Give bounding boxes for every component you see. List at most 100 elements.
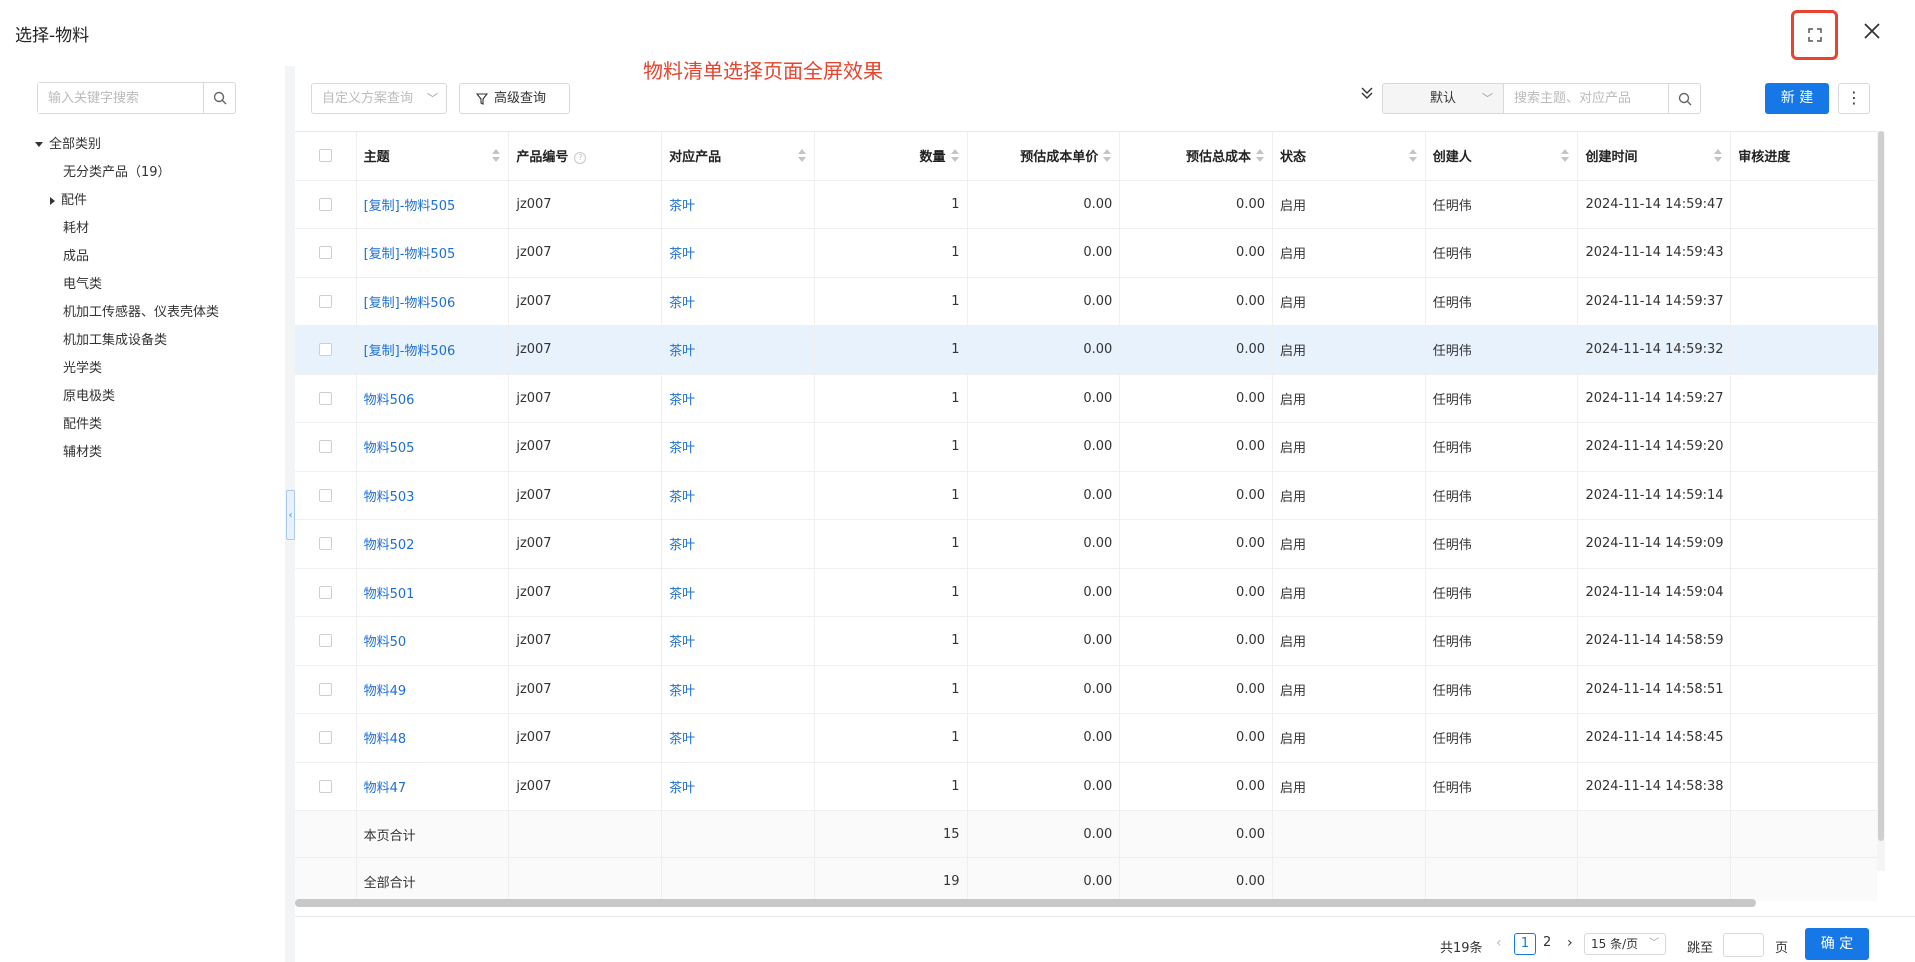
next-page-button[interactable]: › bbox=[1567, 935, 1573, 951]
table-row[interactable]: 物料502 jz007 茶叶 1 0.00 0.00 启用 任明伟 2024-11-14 14:… bbox=[295, 519, 1877, 569]
tree-item[interactable]: 耗材 bbox=[35, 215, 219, 243]
plan-select[interactable]: 自定义方案查询 ﹀ bbox=[311, 83, 447, 114]
tree-item[interactable]: 成品 bbox=[35, 243, 219, 271]
row-checkbox[interactable] bbox=[318, 440, 332, 454]
row-checkbox[interactable] bbox=[318, 585, 332, 599]
sort-icon[interactable] bbox=[492, 149, 501, 163]
tree-item[interactable]: 电气类 bbox=[35, 271, 219, 299]
product-link[interactable]: 茶叶 bbox=[661, 616, 815, 666]
close-button[interactable] bbox=[1860, 20, 1884, 44]
collapse-toolbar-button[interactable] bbox=[1360, 86, 1374, 104]
subject-link[interactable]: 物料503 bbox=[356, 471, 510, 520]
tree-item[interactable]: 光学类 bbox=[35, 355, 219, 383]
column-header-status[interactable]: 状态 bbox=[1272, 132, 1426, 181]
sort-icon[interactable] bbox=[797, 149, 806, 163]
table-row[interactable]: 物料50 jz007 茶叶 1 0.00 0.00 启用 任明伟 2024-11-14 14:5… bbox=[295, 616, 1877, 666]
tree-search-button[interactable] bbox=[203, 83, 235, 113]
product-link[interactable]: 茶叶 bbox=[661, 762, 815, 811]
horizontal-scrollbar[interactable] bbox=[295, 899, 1756, 907]
tree-item[interactable]: 机加工传感器、仪表壳体类 bbox=[35, 299, 219, 327]
subject-link[interactable]: [复制]-物料505 bbox=[356, 228, 510, 278]
product-link[interactable]: 茶叶 bbox=[661, 180, 815, 229]
sort-icon[interactable] bbox=[1256, 149, 1264, 163]
sort-icon[interactable] bbox=[1103, 149, 1112, 163]
vertical-scrollbar-thumb[interactable] bbox=[1878, 131, 1884, 841]
fullscreen-button[interactable] bbox=[1791, 10, 1838, 60]
sort-icon[interactable] bbox=[1714, 149, 1723, 163]
subject-link[interactable]: 物料502 bbox=[356, 519, 510, 569]
tree-item[interactable]: 原电极类 bbox=[35, 383, 219, 411]
table-row[interactable]: [复制]-物料506 jz007 茶叶 1 0.00 0.00 启用 任明伟 2024-11-1… bbox=[295, 325, 1877, 375]
product-link[interactable]: 茶叶 bbox=[661, 422, 815, 472]
new-button[interactable]: 新 建 bbox=[1765, 83, 1829, 114]
subject-link[interactable]: 物料49 bbox=[356, 665, 510, 714]
page-size-select[interactable]: 15 条/页 ﹀ bbox=[1584, 933, 1666, 955]
row-checkbox[interactable] bbox=[318, 682, 332, 696]
subject-link[interactable]: [复制]-物料506 bbox=[356, 277, 510, 326]
view-select[interactable]: 默认 ﹀ bbox=[1382, 83, 1503, 114]
table-search-input[interactable] bbox=[1504, 84, 1668, 113]
select-all-checkbox[interactable] bbox=[318, 149, 332, 163]
product-link[interactable]: 茶叶 bbox=[661, 277, 815, 326]
subject-link[interactable]: 物料48 bbox=[356, 713, 510, 763]
subject-link[interactable]: 物料506 bbox=[356, 374, 510, 423]
table-row[interactable]: 物料501 jz007 茶叶 1 0.00 0.00 启用 任明伟 2024-11-14 14:… bbox=[295, 568, 1877, 617]
sort-icon[interactable] bbox=[1561, 149, 1570, 163]
more-button[interactable]: ⋮ bbox=[1838, 83, 1870, 114]
table-row[interactable]: 物料505 jz007 茶叶 1 0.00 0.00 启用 任明伟 2024-11-14 14:… bbox=[295, 422, 1877, 472]
row-checkbox[interactable] bbox=[318, 294, 332, 308]
tree-item[interactable]: 配件 bbox=[35, 187, 219, 215]
column-header-product[interactable]: 对应产品 bbox=[661, 132, 815, 181]
tree-item[interactable]: 机加工集成设备类 bbox=[35, 327, 219, 355]
vertical-scrollbar[interactable] bbox=[1877, 131, 1885, 871]
help-icon[interactable]: ? bbox=[574, 151, 587, 164]
tree-item[interactable]: 全部类别 bbox=[35, 131, 219, 159]
row-checkbox[interactable] bbox=[318, 537, 332, 551]
column-header-creator[interactable]: 创建人 bbox=[1425, 132, 1579, 181]
caret-right-icon[interactable] bbox=[50, 196, 55, 205]
column-header-subject[interactable]: 主题 bbox=[356, 132, 510, 181]
product-link[interactable]: 茶叶 bbox=[661, 325, 815, 375]
row-checkbox[interactable] bbox=[318, 779, 332, 793]
table-row[interactable]: 物料506 jz007 茶叶 1 0.00 0.00 启用 任明伟 2024-11-14 14:… bbox=[295, 374, 1877, 423]
product-link[interactable]: 茶叶 bbox=[661, 713, 815, 763]
product-link[interactable]: 茶叶 bbox=[661, 471, 815, 520]
subject-link[interactable]: 物料47 bbox=[356, 762, 510, 811]
jump-page-input[interactable] bbox=[1723, 933, 1764, 957]
tree-item[interactable]: 无分类产品（19） bbox=[35, 159, 219, 187]
page-1-button[interactable]: 1 bbox=[1514, 933, 1536, 955]
advanced-search-button[interactable]: 高级查询 bbox=[459, 83, 570, 114]
prev-page-button[interactable]: ‹ bbox=[1496, 935, 1502, 951]
sort-icon[interactable] bbox=[950, 149, 959, 163]
subject-link[interactable]: 物料501 bbox=[356, 568, 510, 617]
product-link[interactable]: 茶叶 bbox=[661, 374, 815, 423]
column-header-qty[interactable]: 数量 bbox=[814, 132, 968, 181]
table-row[interactable]: 物料48 jz007 茶叶 1 0.00 0.00 启用 任明伟 2024-11-14 14:5… bbox=[295, 713, 1877, 763]
page-2-button[interactable]: 2 bbox=[1543, 935, 1551, 950]
table-search-button[interactable] bbox=[1668, 84, 1700, 113]
column-header-total-cost[interactable]: 预估总成本 bbox=[1119, 132, 1273, 181]
tree-item[interactable]: 辅材类 bbox=[35, 439, 219, 467]
table-row[interactable]: [复制]-物料505 jz007 茶叶 1 0.00 0.00 启用 任明伟 2024-11-1… bbox=[295, 228, 1877, 278]
row-checkbox[interactable] bbox=[318, 391, 332, 405]
sort-icon[interactable] bbox=[1408, 149, 1417, 163]
row-checkbox[interactable] bbox=[318, 634, 332, 648]
row-checkbox[interactable] bbox=[318, 246, 332, 260]
product-link[interactable]: 茶叶 bbox=[661, 568, 815, 617]
table-row[interactable]: [复制]-物料506 jz007 茶叶 1 0.00 0.00 启用 任明伟 2024-11-1… bbox=[295, 277, 1877, 326]
row-checkbox[interactable] bbox=[318, 488, 332, 502]
row-checkbox[interactable] bbox=[318, 197, 332, 211]
row-checkbox[interactable] bbox=[318, 731, 332, 745]
table-row[interactable]: [复制]-物料505 jz007 茶叶 1 0.00 0.00 启用 任明伟 2024-11-1… bbox=[295, 180, 1877, 229]
caret-down-icon[interactable] bbox=[35, 142, 43, 147]
product-link[interactable]: 茶叶 bbox=[661, 519, 815, 569]
collapse-panel-button[interactable]: ‹ bbox=[286, 490, 295, 540]
confirm-button[interactable]: 确 定 bbox=[1805, 928, 1869, 960]
product-link[interactable]: 茶叶 bbox=[661, 665, 815, 714]
column-header-unit-cost[interactable]: 预估成本单价 bbox=[967, 132, 1121, 181]
row-checkbox[interactable] bbox=[318, 343, 332, 357]
table-row[interactable]: 物料49 jz007 茶叶 1 0.00 0.00 启用 任明伟 2024-11-14 14:5… bbox=[295, 665, 1877, 714]
subject-link[interactable]: [复制]-物料505 bbox=[356, 180, 510, 229]
tree-search-input[interactable] bbox=[38, 83, 203, 113]
table-row[interactable]: 物料503 jz007 茶叶 1 0.00 0.00 启用 任明伟 2024-11-14 14:… bbox=[295, 471, 1877, 520]
